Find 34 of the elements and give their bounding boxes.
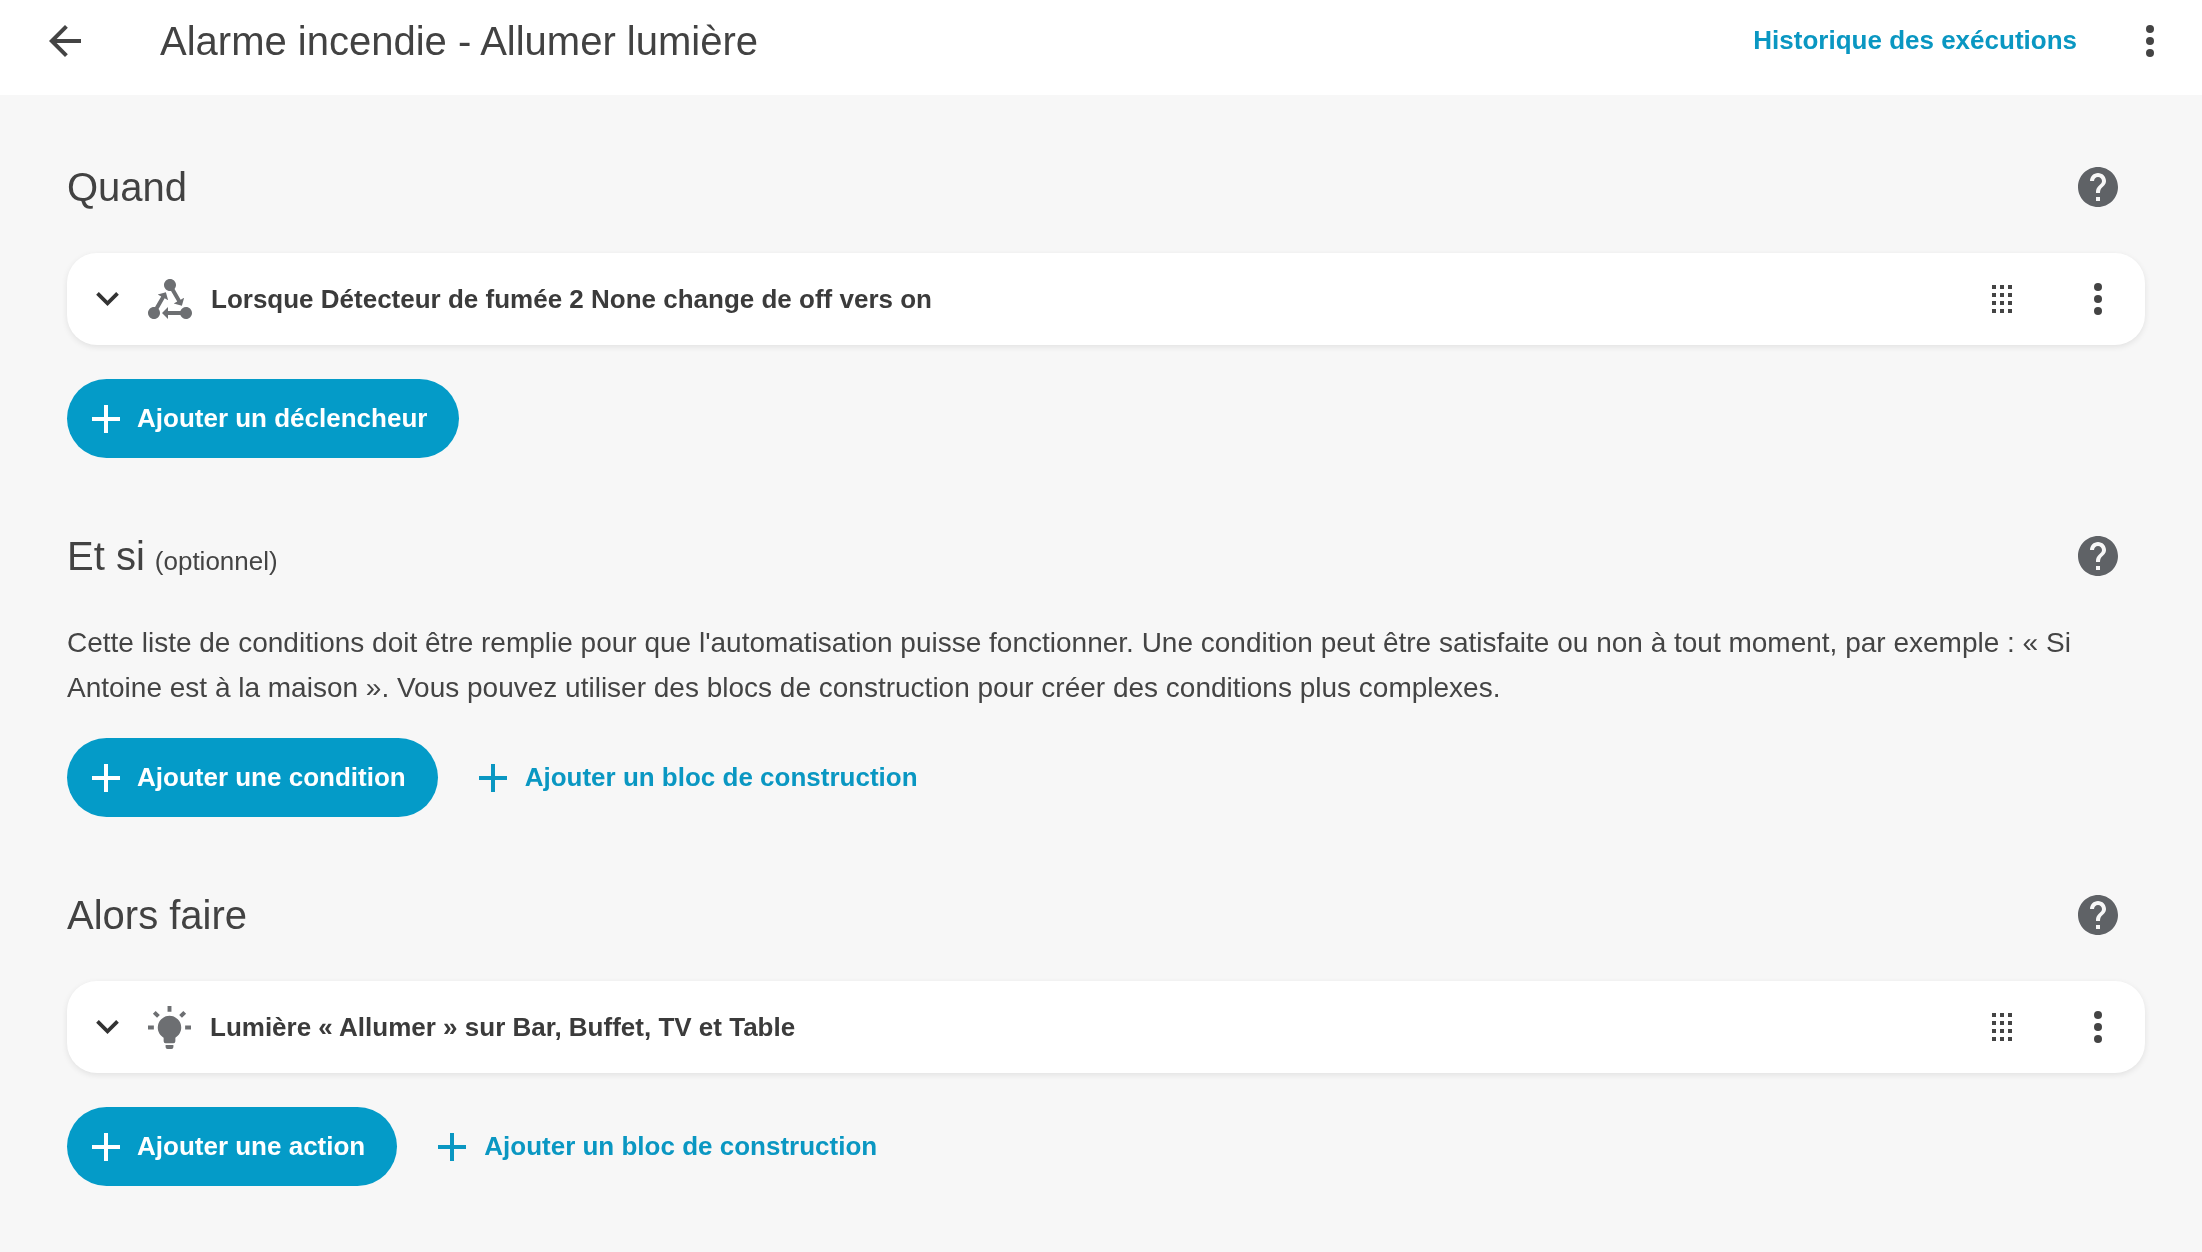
page-title: Alarme incendie - Allumer lumière xyxy=(160,17,758,65)
plus-icon xyxy=(478,763,507,792)
help-icon[interactable] xyxy=(2078,536,2118,576)
add-text-button[interactable]: Ajouter un bloc de construction xyxy=(438,1107,878,1186)
plus-icon xyxy=(438,1132,467,1161)
section-heading: Alors faire xyxy=(67,892,248,939)
item-summary: Lorsque Détecteur de fumée 2 None change de off vers on xyxy=(211,282,932,316)
optional-note: (optionnel) xyxy=(154,544,278,578)
add-text-button[interactable]: Ajouter un bloc de construction xyxy=(478,738,918,817)
more-menu-icon[interactable] xyxy=(2094,1011,2102,1043)
chevron-icon[interactable] xyxy=(96,1020,119,1034)
section-heading: Quand xyxy=(67,164,188,211)
plus-icon xyxy=(92,763,120,792)
trigger-card[interactable]: Lorsque Détecteur de fumée 2 None change de off vers on xyxy=(67,253,2145,345)
plus-icon xyxy=(92,1132,120,1161)
lightbulb-icon xyxy=(148,1005,191,1049)
drag-handle-icon[interactable] xyxy=(1992,285,2012,313)
help-icon[interactable] xyxy=(2078,167,2118,207)
more-menu-icon[interactable] xyxy=(2146,24,2154,57)
chevron-icon[interactable] xyxy=(96,292,119,306)
section-heading: Et si xyxy=(67,532,145,580)
add-button[interactable]: Ajouter un déclencheur xyxy=(67,379,460,458)
more-menu-icon[interactable] xyxy=(2094,283,2102,315)
back-arrow-icon[interactable] xyxy=(49,24,81,57)
history-link[interactable]: Historique des exécutions xyxy=(1753,21,2077,60)
section-description: Cette liste de conditions doit être remplie pour que l'automatisation puisse fonctionner. Une condition peut être satisfaite ou non à tout moment, par exemple : « Si Antoine est à la maison ». Vous pouvez utiliser des blocs de construction pour créer des conditions plus complexes. xyxy=(67,626,2072,705)
node-cycle-icon xyxy=(148,279,192,319)
help-icon[interactable] xyxy=(2078,895,2118,935)
plus-icon xyxy=(92,404,120,433)
add-button[interactable]: Ajouter une condition xyxy=(67,738,438,817)
item-summary: Lumière « Allumer » sur Bar, Buffet, TV et Table xyxy=(210,1010,796,1044)
action-card[interactable]: Lumière « Allumer » sur Bar, Buffet, TV et Table xyxy=(67,981,2145,1073)
add-button[interactable]: Ajouter une action xyxy=(67,1107,398,1186)
drag-handle-icon[interactable] xyxy=(1992,1013,2012,1041)
